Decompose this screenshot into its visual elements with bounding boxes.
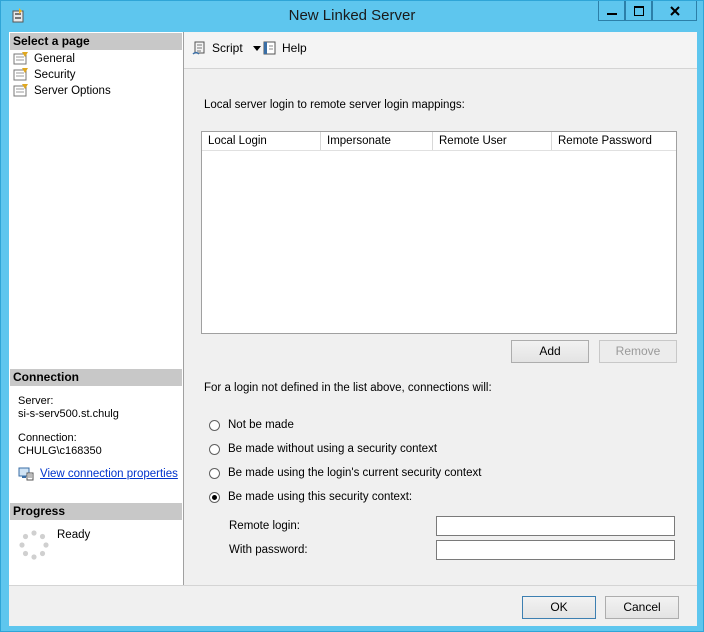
view-connection-properties-link[interactable]: View connection properties — [18, 467, 178, 481]
radio-button[interactable] — [209, 467, 220, 479]
script-icon — [192, 41, 205, 55]
remote-login-input[interactable] — [436, 516, 675, 536]
server-value: si-s-serv500.st.chulg — [18, 408, 119, 420]
radio-without-security-context[interactable]: Be made without using a security context — [209, 443, 437, 455]
maximize-button[interactable] — [625, 1, 652, 21]
connection-header: Connection — [10, 369, 182, 386]
radio-not-be-made[interactable]: Not be made — [209, 419, 294, 431]
column-header-remote-user[interactable]: Remote User — [433, 132, 552, 150]
progress-header: Progress — [10, 503, 182, 520]
ok-button[interactable]: OK — [522, 596, 596, 619]
dialog-window: New Linked Server Select a page General … — [0, 0, 704, 632]
page-icon — [13, 68, 28, 81]
page-item-label: General — [34, 53, 75, 65]
progress-spinner-icon — [19, 530, 49, 560]
column-header-local-login[interactable]: Local Login — [202, 132, 321, 150]
minimize-icon — [606, 12, 617, 15]
view-connection-properties-text[interactable]: View connection properties — [40, 468, 178, 480]
right-pane: Script Help Local server login to remote… — [184, 32, 697, 585]
mappings-label: Local server login to remote server logi… — [204, 99, 465, 111]
connection-value: CHULG\c168350 — [18, 445, 102, 457]
radio-dot-icon — [212, 494, 217, 500]
grid-header: Local Login Impersonate Remote User Remo… — [202, 132, 676, 151]
password-label: With password: — [229, 544, 308, 556]
script-button[interactable]: Script — [192, 40, 261, 56]
page-item-server-options[interactable]: Server Options — [13, 83, 111, 99]
close-icon — [669, 5, 680, 16]
minimize-button[interactable] — [598, 1, 625, 21]
remove-button[interactable]: Remove — [599, 340, 677, 363]
radio-label: Be made using this security context: — [228, 491, 413, 503]
properties-icon — [18, 467, 34, 481]
server-label: Server: — [18, 395, 54, 407]
password-input[interactable] — [436, 540, 675, 560]
radio-label: Be made without using a security context — [228, 443, 438, 455]
page-item-general[interactable]: General — [13, 51, 75, 67]
remote-login-label: Remote login: — [229, 520, 300, 532]
page-item-label: Server Options — [34, 85, 111, 97]
connections-label: For a login not defined in the list abov… — [204, 382, 492, 394]
column-header-impersonate[interactable]: Impersonate — [321, 132, 433, 150]
select-page-header: Select a page — [10, 33, 182, 50]
button-bar: OK Cancel — [9, 585, 697, 626]
radio-this-security-context[interactable]: Be made using this security context: — [209, 491, 412, 503]
radio-button-selected[interactable] — [209, 491, 220, 503]
page-icon — [13, 52, 28, 65]
dialog-client-area: Select a page General Security Server Op… — [9, 32, 697, 626]
add-button[interactable]: Add — [511, 340, 589, 363]
close-button[interactable] — [652, 1, 697, 21]
script-label: Script — [212, 41, 243, 55]
radio-label: Not be made — [228, 419, 294, 431]
radio-button[interactable] — [209, 443, 220, 455]
title-bar[interactable]: New Linked Server — [1, 1, 703, 31]
cancel-button[interactable]: Cancel — [605, 596, 679, 619]
connection-label: Connection: — [18, 432, 77, 444]
dropdown-arrow-icon[interactable] — [252, 45, 261, 51]
radio-login-current-context[interactable]: Be made using the login's current securi… — [209, 467, 481, 479]
left-pane: Select a page General Security Server Op… — [9, 32, 184, 585]
page-item-label: Security — [34, 69, 76, 81]
radio-button[interactable] — [209, 419, 220, 431]
help-icon — [263, 41, 276, 55]
column-header-remote-password[interactable]: Remote Password — [552, 132, 676, 150]
toolbar: Script Help — [184, 32, 697, 69]
help-button[interactable]: Help — [262, 40, 307, 56]
radio-label: Be made using the login's current securi… — [228, 467, 482, 479]
progress-status: Ready — [57, 529, 91, 541]
maximize-icon — [633, 5, 644, 16]
page-item-security[interactable]: Security — [13, 67, 76, 83]
help-label: Help — [282, 41, 307, 55]
login-mappings-grid[interactable]: Local Login Impersonate Remote User Remo… — [201, 131, 677, 334]
page-icon — [13, 84, 28, 97]
